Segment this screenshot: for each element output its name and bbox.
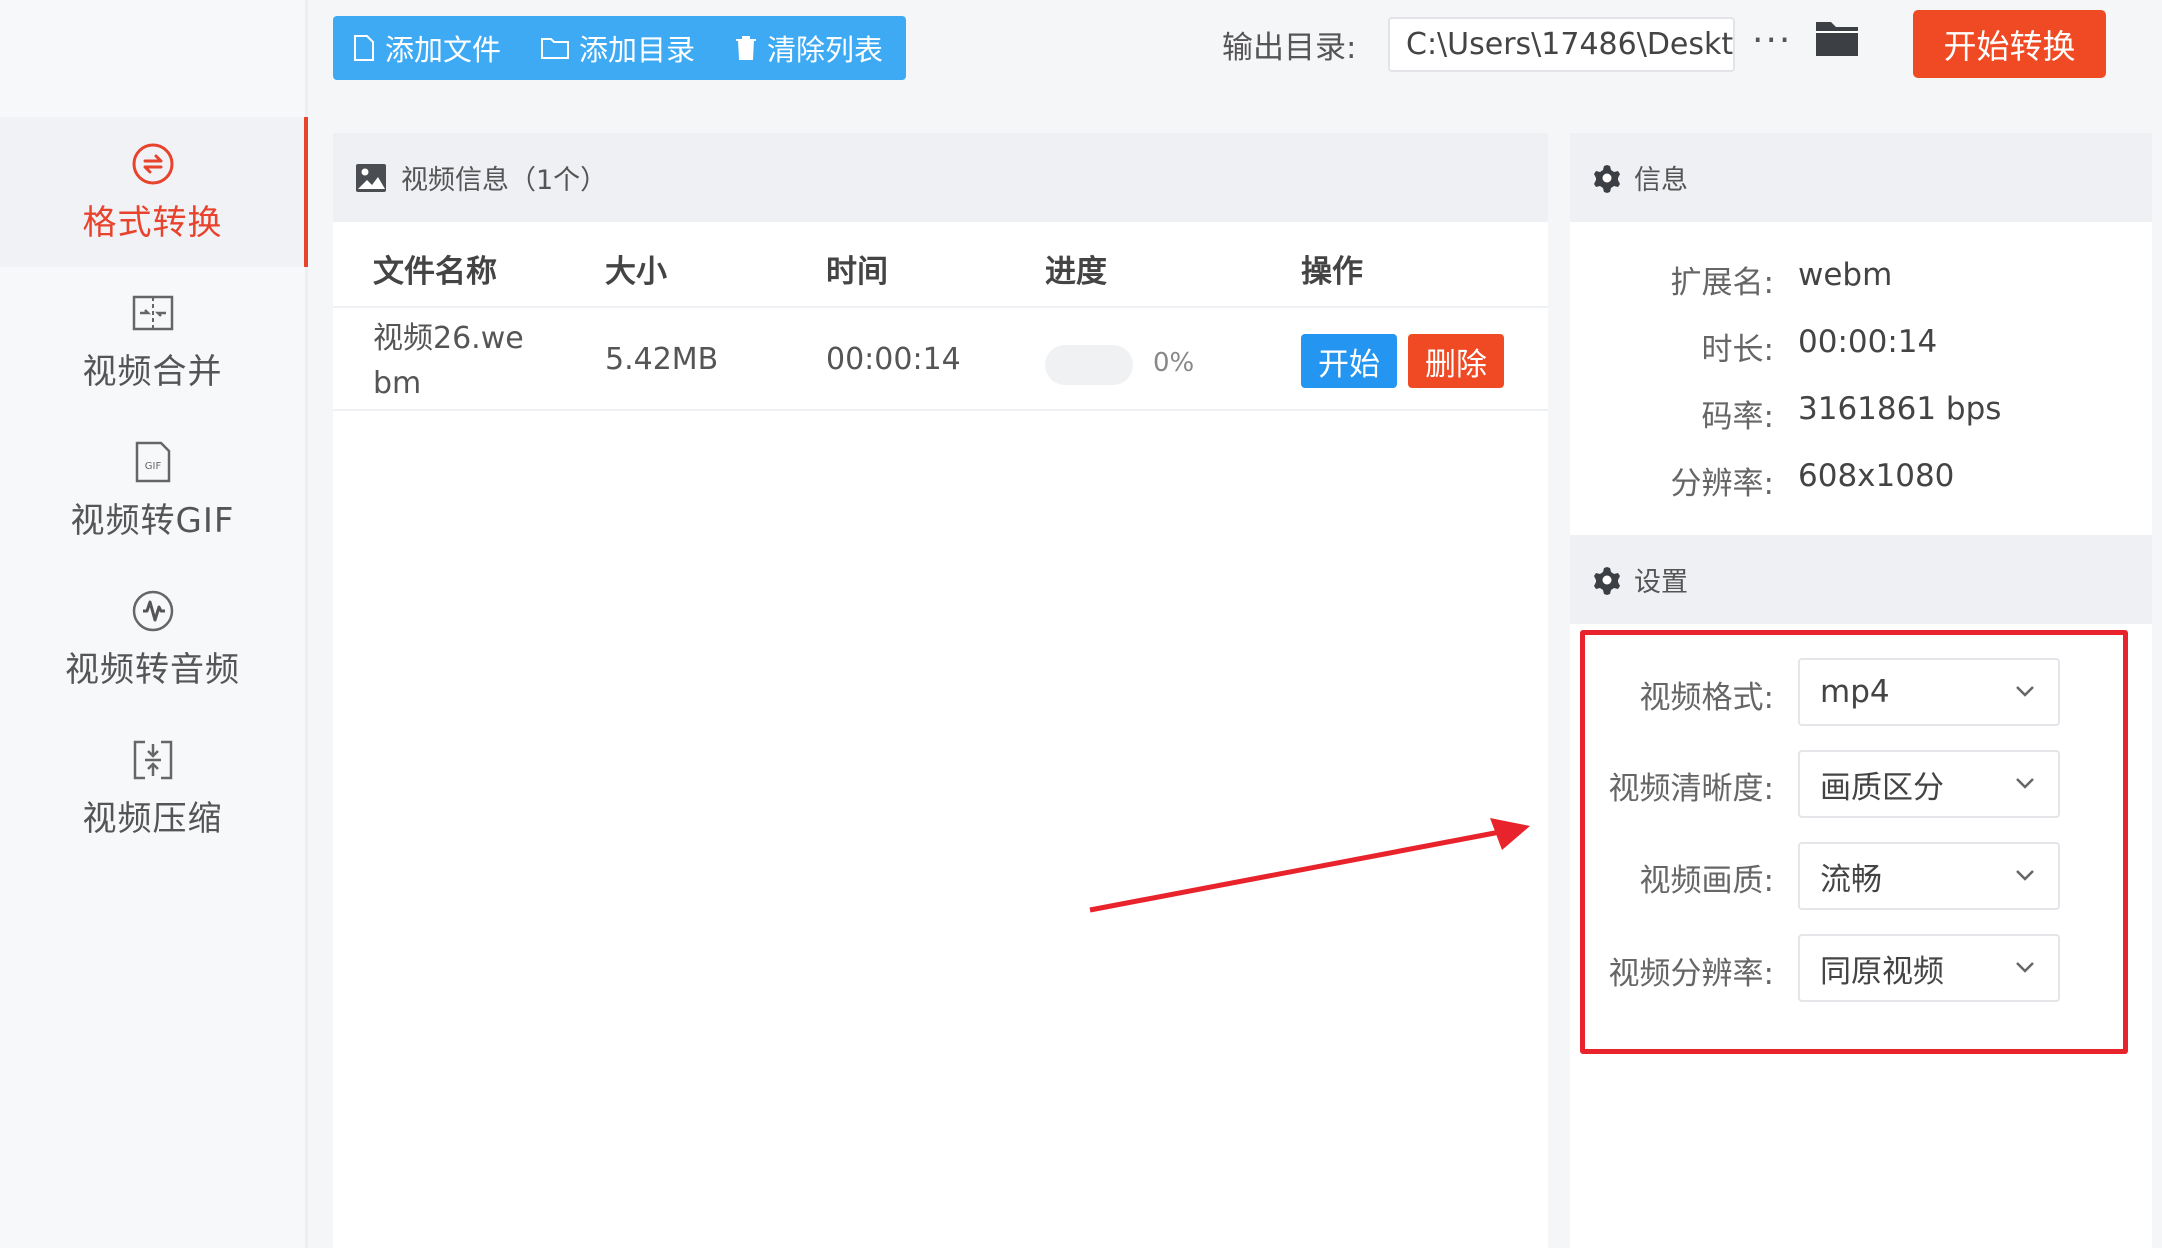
sidebar-item-label: 视频合并	[82, 351, 223, 392]
compress-icon	[130, 737, 176, 783]
start-convert-button[interactable]: 开始转换	[1913, 10, 2106, 78]
sidebar: 格式转换 视频合并 GIF 视频转GIF 视频转音频 视频压缩	[0, 0, 308, 1248]
trash-icon	[736, 36, 757, 60]
folder-icon[interactable]	[1814, 18, 1860, 62]
progress-percent: 0%	[1153, 348, 1195, 378]
active-indicator	[304, 117, 308, 267]
progress-bar	[1045, 345, 1133, 385]
info-section-title: 信息	[1634, 165, 1688, 196]
column-header-actions: 操作	[1301, 254, 1363, 290]
add-file-label: 添加文件	[385, 33, 502, 67]
file-icon	[354, 35, 374, 61]
file-name: 视频26.we bm	[373, 316, 524, 406]
output-dir-input[interactable]: C:\Users\17486\Deskto	[1388, 17, 1735, 72]
column-header-progress: 进度	[1045, 254, 1107, 290]
settings-section-header: 设置	[1570, 535, 2152, 624]
audio-icon	[130, 588, 176, 634]
info-value-resolution: 608x1080	[1798, 458, 1955, 494]
file-name-line: bm	[373, 366, 422, 401]
file-duration: 00:00:14	[826, 342, 961, 377]
add-file-button[interactable]: 添加文件	[353, 27, 501, 69]
sidebar-item-video-merge[interactable]: 视频合并	[0, 266, 305, 416]
info-section-header: 信息	[1570, 133, 2152, 222]
merge-icon	[130, 290, 176, 336]
more-options-button[interactable]: ···	[1752, 20, 1792, 61]
add-directory-label: 添加目录	[579, 33, 696, 67]
video-info-title: 视频信息（1个）	[401, 165, 608, 196]
column-header-time: 时间	[826, 254, 888, 290]
table-header: 文件名称 大小 时间 进度 操作	[333, 222, 1548, 308]
gear-icon	[1594, 566, 1620, 595]
video-info-panel: 视频信息（1个） 文件名称 大小 时间 进度 操作 视频26.we bm 5.4…	[333, 133, 1548, 1248]
info-label-resolution: 分辨率:	[1670, 466, 1774, 502]
sidebar-item-video-to-gif[interactable]: GIF 视频转GIF	[0, 415, 305, 565]
highlight-box	[1580, 630, 2128, 1054]
add-directory-button[interactable]: 添加目录	[541, 27, 695, 69]
info-label-duration: 时长:	[1701, 332, 1774, 368]
sidebar-item-video-to-audio[interactable]: 视频转音频	[0, 564, 305, 714]
column-header-size: 大小	[605, 254, 667, 290]
swap-circle-icon	[130, 141, 176, 187]
delete-button[interactable]: 删除	[1408, 334, 1504, 388]
svg-text:GIF: GIF	[144, 461, 161, 472]
info-value-duration: 00:00:14	[1798, 324, 1938, 360]
folder-outline-icon	[541, 38, 570, 59]
info-label-bitrate: 码率:	[1701, 399, 1774, 435]
clear-list-button[interactable]: 清除列表	[735, 27, 883, 69]
sidebar-item-label: 视频转GIF	[70, 500, 235, 541]
start-button[interactable]: 开始	[1301, 334, 1397, 388]
sidebar-item-label: 格式转换	[82, 202, 223, 243]
gif-file-icon: GIF	[130, 439, 176, 485]
image-icon	[356, 163, 386, 192]
info-value-bitrate: 3161861 bps	[1798, 391, 2002, 427]
file-size: 5.42MB	[605, 342, 719, 377]
clear-list-label: 清除列表	[767, 33, 884, 67]
output-dir-label: 输出目录:	[1222, 30, 1357, 66]
info-value-extension: webm	[1798, 257, 1893, 293]
table-row[interactable]: 视频26.we bm 5.42MB 00:00:14 0% 开始 删除	[333, 308, 1548, 411]
settings-section-title: 设置	[1634, 567, 1688, 598]
file-toolbar: 添加文件 添加目录 清除列表	[333, 16, 906, 80]
sidebar-item-video-compress[interactable]: 视频压缩	[0, 713, 305, 863]
sidebar-item-label: 视频压缩	[82, 798, 223, 839]
arrow-annotation	[1089, 818, 1530, 913]
sidebar-item-format-convert[interactable]: 格式转换	[0, 117, 308, 267]
gear-icon	[1594, 164, 1620, 193]
column-header-filename: 文件名称	[373, 254, 497, 290]
file-name-line: 视频26.we	[373, 321, 524, 356]
info-label-extension: 扩展名:	[1670, 265, 1774, 301]
sidebar-item-label: 视频转音频	[65, 649, 240, 690]
video-info-header: 视频信息（1个）	[333, 133, 1548, 222]
